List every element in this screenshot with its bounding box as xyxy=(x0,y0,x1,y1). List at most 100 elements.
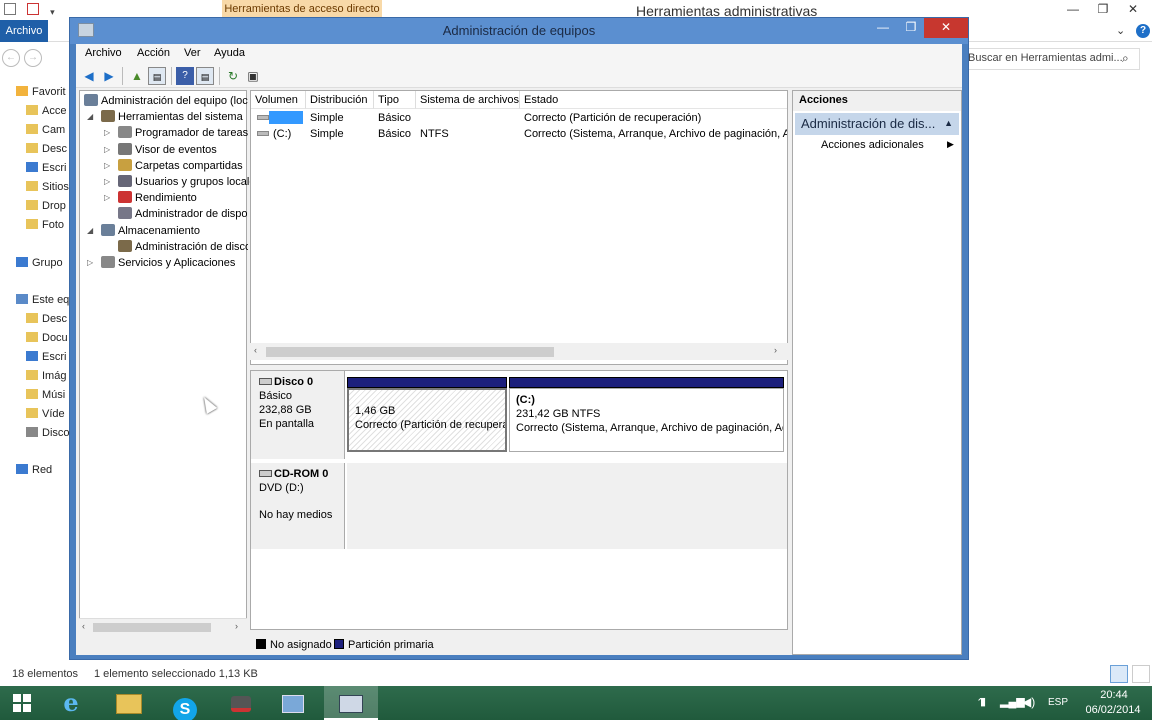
table-row[interactable] xyxy=(253,110,305,126)
details-view-button[interactable] xyxy=(1110,665,1128,683)
partition-c[interactable]: (C:) 231,42 GB NTFS Correcto (Sistema, A… xyxy=(509,377,784,452)
control-panel-icon[interactable] xyxy=(270,686,316,720)
forward-icon[interactable]: ▶ xyxy=(100,67,118,85)
chevron-down-icon[interactable]: ▾ xyxy=(50,7,55,17)
sidebar-item[interactable]: Escri xyxy=(26,162,66,174)
expand-icon[interactable]: ▷ xyxy=(104,125,114,141)
large-icons-view-button[interactable] xyxy=(1132,665,1150,683)
scroll-right-icon[interactable]: › xyxy=(235,621,238,631)
sidebar-item[interactable]: Víde xyxy=(26,408,65,420)
clock-time[interactable]: 20:44 xyxy=(1084,689,1144,701)
sidebar-item[interactable]: Acce xyxy=(26,105,66,117)
expand-icon[interactable]: ▷ xyxy=(104,190,114,206)
help-icon[interactable]: ? xyxy=(176,67,194,85)
collapse-icon[interactable]: ◢ xyxy=(87,223,97,239)
collapse-icon[interactable]: ◢ xyxy=(87,109,97,125)
chevron-down-icon[interactable]: ⌄ xyxy=(1116,24,1125,37)
tree-item[interactable]: ▷ Carpetas compartidas xyxy=(104,158,248,174)
partition-recovery[interactable]: 1,46 GB Correcto (Partición de recupera xyxy=(347,377,507,452)
up-folder-icon[interactable]: ▲ xyxy=(128,67,146,85)
forward-icon[interactable]: → xyxy=(24,49,42,67)
sidebar-item[interactable]: Grupo xyxy=(16,257,63,269)
show-tree-icon[interactable]: ▤ xyxy=(148,67,166,85)
search-input[interactable]: Buscar en Herramientas admi... xyxy=(964,48,1140,70)
cdrom-0-label[interactable]: CD-ROM 0 DVD (D:) No hay medios xyxy=(251,463,345,549)
scroll-left-icon[interactable]: ‹ xyxy=(254,345,257,355)
menu-accion[interactable]: Acción xyxy=(137,47,170,59)
new-folder-icon[interactable] xyxy=(27,3,40,15)
scroll-left-icon[interactable]: ‹ xyxy=(82,621,85,631)
tree-item[interactable]: ◢ Herramientas del sistema xyxy=(87,109,248,125)
tree-item[interactable]: ▷ Servicios y Aplicaciones xyxy=(87,255,248,271)
system-tool-icon[interactable] xyxy=(218,686,264,720)
sidebar-item[interactable]: Docu xyxy=(26,332,68,344)
sidebar-item[interactable]: Desc xyxy=(26,313,67,325)
sidebar-item[interactable]: Músi xyxy=(26,389,65,401)
column-header-estado[interactable]: Estado xyxy=(520,91,787,109)
column-header-sistema[interactable]: Sistema de archivos xyxy=(416,91,520,109)
sidebar-item[interactable]: Cam xyxy=(26,124,65,136)
column-header-tipo[interactable]: Tipo xyxy=(374,91,416,109)
disk-0-label[interactable]: Disco 0 Básico 232,88 GB En pantalla xyxy=(251,371,345,459)
table-row[interactable]: (C:) xyxy=(253,126,305,142)
properties-icon[interactable]: ▣ xyxy=(244,67,262,85)
refresh-icon[interactable]: ↻ xyxy=(224,67,242,85)
volume-icon[interactable]: ◀) xyxy=(1022,695,1035,709)
sidebar-item[interactable]: Red xyxy=(16,464,52,476)
volume-horizontal-scrollbar[interactable]: ‹ › xyxy=(250,343,788,360)
collapse-icon[interactable]: ▲ xyxy=(944,118,953,128)
tree-horizontal-scrollbar[interactable]: ‹ › xyxy=(79,618,247,635)
scrollbar-thumb[interactable] xyxy=(266,347,554,357)
clock-date[interactable]: 06/02/2014 xyxy=(1078,704,1148,716)
file-explorer-icon[interactable] xyxy=(106,686,152,720)
sidebar-item[interactable]: Este eq xyxy=(16,294,69,306)
menu-archivo[interactable]: Archivo xyxy=(85,47,122,59)
tree-item[interactable]: ▷ Programador de tareas xyxy=(104,125,248,141)
expand-icon[interactable]: ▷ xyxy=(87,255,97,271)
sidebar-item[interactable]: Foto xyxy=(26,219,64,231)
help-icon[interactable]: ? xyxy=(1136,24,1150,38)
internet-explorer-icon[interactable]: e xyxy=(48,686,94,720)
close-button[interactable]: ✕ xyxy=(1118,0,1148,18)
network-signal-icon[interactable]: ▂▄▆ xyxy=(1000,695,1025,708)
maximize-button[interactable]: ❐ xyxy=(898,18,924,38)
minimize-button[interactable]: — xyxy=(870,18,896,38)
properties-icon[interactable] xyxy=(4,3,16,15)
scroll-right-icon[interactable]: › xyxy=(774,345,777,355)
sidebar-item[interactable]: Disco xyxy=(26,427,70,439)
input-language[interactable]: ESP xyxy=(1048,697,1068,708)
file-tab[interactable]: Archivo xyxy=(0,20,48,42)
menu-ver[interactable]: Ver xyxy=(184,47,201,59)
ribbon-context-tab[interactable]: Herramientas de acceso directo xyxy=(222,0,382,18)
tree-item[interactable]: ▷ Rendimiento xyxy=(104,190,248,206)
sidebar-item[interactable]: Drop xyxy=(26,200,66,212)
tree-item[interactable]: Administrador de dispo xyxy=(118,206,248,222)
close-button[interactable]: ✕ xyxy=(924,18,968,38)
actions-section-disk-management[interactable]: Administración de dis... ▲ xyxy=(795,113,959,135)
computer-management-taskbar-button[interactable] xyxy=(324,686,378,720)
quick-access-toolbar[interactable]: ▾ xyxy=(4,3,55,18)
tree-item[interactable]: ▷ Usuarios y grupos locale xyxy=(104,174,255,190)
sidebar-item[interactable]: Imág xyxy=(26,370,66,382)
tree-item[interactable]: Administración del equipo (loc xyxy=(84,93,248,109)
skype-icon[interactable]: S xyxy=(162,686,208,720)
start-button[interactable] xyxy=(0,686,44,720)
column-header-volumen[interactable]: Volumen xyxy=(251,91,306,109)
column-header-distribucion[interactable]: Distribución xyxy=(306,91,374,109)
power-icon[interactable]: ▮ xyxy=(980,695,986,708)
sidebar-item[interactable]: Favorit xyxy=(16,86,66,98)
show-actions-icon[interactable]: ▤ xyxy=(196,67,214,85)
tree-item[interactable]: ▷ Visor de eventos xyxy=(104,142,248,158)
sidebar-item[interactable]: Sitios xyxy=(26,181,69,193)
menu-ayuda[interactable]: Ayuda xyxy=(214,47,245,59)
maximize-button[interactable]: ❐ xyxy=(1088,0,1118,18)
minimize-button[interactable]: — xyxy=(1058,0,1088,18)
scrollbar-thumb[interactable] xyxy=(93,623,211,632)
tree-item[interactable]: ◢ Almacenamiento xyxy=(87,223,248,239)
back-icon[interactable]: ◀ xyxy=(80,67,98,85)
back-icon[interactable]: ← xyxy=(2,49,20,67)
sidebar-item[interactable]: Desc xyxy=(26,143,67,155)
sidebar-item[interactable]: Escri xyxy=(26,351,66,363)
expand-icon[interactable]: ▷ xyxy=(104,158,114,174)
additional-actions-link[interactable]: Acciones adicionales xyxy=(821,139,924,151)
